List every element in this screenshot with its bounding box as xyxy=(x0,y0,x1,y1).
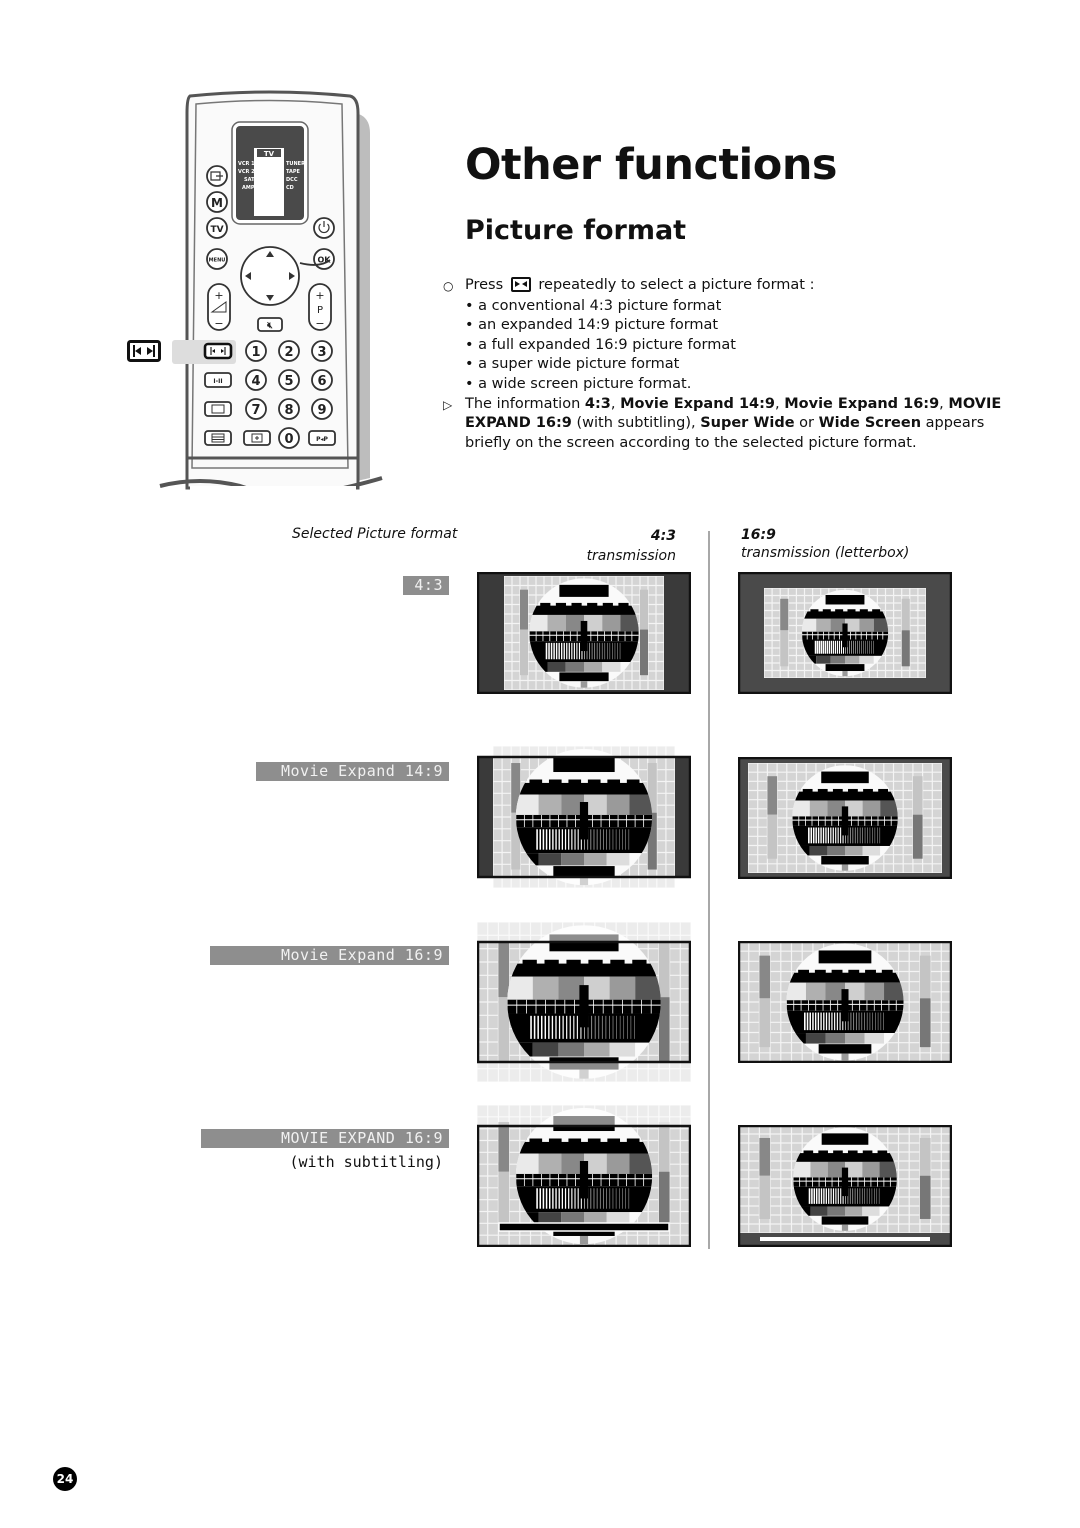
digit-7-button[interactable]: 7 xyxy=(245,398,267,420)
picture-format-icon xyxy=(510,277,531,292)
digit-3-button[interactable]: 3 xyxy=(311,340,333,362)
digit-5-button[interactable]: 5 xyxy=(278,369,300,391)
step-press: ○ Press repeatedly to select a picture f… xyxy=(443,276,1043,297)
svg-text:5: 5 xyxy=(284,374,293,389)
digit-6-button[interactable]: 6 xyxy=(311,369,333,391)
digit-8-button[interactable]: 8 xyxy=(278,398,300,420)
svg-text:−: − xyxy=(315,317,324,330)
info-button[interactable] xyxy=(243,430,271,446)
svg-text:+: + xyxy=(214,289,223,302)
screen-14-9-in-4-3 xyxy=(477,746,691,888)
svg-text:🔇︎: 🔇︎ xyxy=(267,321,273,331)
osd-label-movie-expand-16-9: Movie Expand 16:9 xyxy=(210,946,449,965)
menu-button[interactable]: MENU xyxy=(206,248,228,270)
screen-16-9-in-4-3 xyxy=(477,922,691,1082)
svg-text:9: 9 xyxy=(317,403,326,418)
remote-control: TV VCR 1 VCR 2 SAT AMP TUNER TAPE DCC CD… xyxy=(159,90,383,508)
display-vcr2: VCR 2 xyxy=(238,169,255,175)
header-169-transmission: 16:9 transmission (letterbox) xyxy=(741,527,910,561)
screen-4-3-in-4-3 xyxy=(477,572,691,694)
osd-label-movie-expand-16-9-subtitled: MOVIE EXPAND 16:9 xyxy=(201,1129,449,1148)
teletext-button[interactable] xyxy=(204,430,232,446)
display-tv: TV xyxy=(264,150,275,158)
section-title: Picture format xyxy=(465,215,687,246)
program-rocker[interactable]: + P − xyxy=(308,283,332,331)
svg-text:4: 4 xyxy=(251,374,260,389)
svg-text:7: 7 xyxy=(251,403,260,418)
screen-16-9-sub-in-16-9 xyxy=(738,1125,952,1247)
list-item: • a wide screen picture format. xyxy=(465,375,692,392)
power-button[interactable] xyxy=(313,217,335,239)
page-number: 24 xyxy=(53,1467,77,1491)
header-selected-format: Selected Picture format xyxy=(292,526,458,542)
list-item: • a full expanded 16:9 picture format xyxy=(465,336,736,353)
osd-label-4-3: 4:3 xyxy=(403,576,449,595)
m-button[interactable]: M xyxy=(206,191,228,213)
display-tuner: TUNER xyxy=(286,161,305,167)
picture-format-icon xyxy=(127,340,161,362)
svg-text:6: 6 xyxy=(317,374,326,389)
display-vcr1: VCR 1 xyxy=(238,161,255,167)
note: ▷ The information 4:3, Movie Expand 14:9… xyxy=(443,395,1043,454)
svg-text:I-II: I-II xyxy=(213,378,222,385)
svg-text:8: 8 xyxy=(284,403,293,418)
dual-sound-button[interactable]: I-II xyxy=(204,372,232,388)
ok-button[interactable]: OK xyxy=(313,248,335,270)
screen-4-3-in-16-9 xyxy=(738,572,952,694)
mute-button[interactable]: 🔇︎ xyxy=(257,317,283,332)
display-amp: AMP xyxy=(242,185,255,191)
display-dcc: DCC xyxy=(286,177,298,183)
display-tape: TAPE xyxy=(286,169,301,175)
list-item: • a conventional 4:3 picture format xyxy=(465,297,722,314)
step-marker: ○ xyxy=(443,279,454,293)
svg-text:+: + xyxy=(315,289,324,302)
display-sat: SAT xyxy=(244,177,255,183)
svg-text:M: M xyxy=(211,196,223,210)
svg-text:MENU: MENU xyxy=(209,258,226,264)
svg-text:P: P xyxy=(317,305,323,316)
digit-9-button[interactable]: 9 xyxy=(311,398,333,420)
header-43-transmission: 4:3 transmission xyxy=(586,528,676,564)
input-select-button[interactable] xyxy=(206,165,228,187)
volume-rocker[interactable]: + − xyxy=(207,283,231,331)
picture-format-button[interactable] xyxy=(203,342,233,360)
svg-text:−: − xyxy=(214,317,223,330)
digit-2-button[interactable]: 2 xyxy=(278,340,300,362)
swap-button[interactable]: P◂P xyxy=(308,430,336,446)
subtitle-button[interactable] xyxy=(204,401,232,417)
svg-text:TV: TV xyxy=(210,225,223,235)
svg-text:0: 0 xyxy=(284,432,293,447)
digit-4-button[interactable]: 4 xyxy=(245,369,267,391)
display-cd: CD xyxy=(286,185,294,191)
note-marker: ▷ xyxy=(443,397,453,412)
digit-0-button[interactable]: 0 xyxy=(278,427,300,449)
osd-subtitle-note: (with subtitling) xyxy=(289,1153,443,1171)
column-divider xyxy=(708,531,710,1249)
screen-16-9-in-16-9 xyxy=(738,941,952,1063)
svg-text:1: 1 xyxy=(251,345,260,360)
page-title: Other functions xyxy=(465,140,838,190)
osd-label-movie-expand-14-9: Movie Expand 14:9 xyxy=(256,762,449,781)
screen-16-9-sub-in-4-3 xyxy=(477,1105,691,1247)
digit-1-button[interactable]: 1 xyxy=(245,340,267,362)
instructions: ○ Press repeatedly to select a picture f… xyxy=(443,276,1043,453)
tv-button[interactable]: TV xyxy=(206,217,228,239)
list-item: • an expanded 14:9 picture format xyxy=(465,317,719,334)
svg-text:P◂P: P◂P xyxy=(316,436,328,443)
svg-text:3: 3 xyxy=(317,345,326,360)
list-item: • a super wide picture format xyxy=(465,356,680,373)
svg-text:2: 2 xyxy=(284,345,293,360)
screen-14-9-in-16-9 xyxy=(738,757,952,879)
